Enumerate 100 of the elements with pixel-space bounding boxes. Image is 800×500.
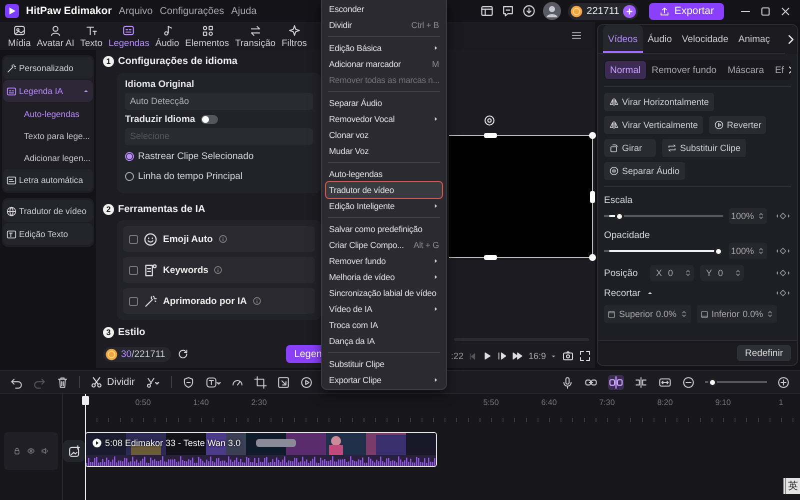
fit-width-icon[interactable] — [658, 376, 672, 388]
export-button[interactable]: Exportar — [649, 2, 724, 20]
spinner-icon[interactable] — [734, 268, 742, 278]
panel-tab[interactable]: Velocidade — [676, 25, 734, 53]
radio-button[interactable] — [125, 172, 134, 181]
context-menu-item[interactable]: Separar Áudio — [326, 95, 442, 111]
undo-icon[interactable] — [10, 376, 23, 388]
panel-tab[interactable]: Vídeos — [603, 25, 643, 53]
fullscreen-icon[interactable] — [579, 350, 591, 362]
context-menu-item[interactable]: Auto-legendas — [326, 166, 442, 182]
toolbar-tab[interactable]: Avatar AI — [34, 24, 78, 48]
spinner-icon[interactable] — [766, 309, 774, 319]
play-icon[interactable] — [482, 351, 492, 361]
subtab[interactable]: Ef — [770, 61, 789, 79]
menu-item[interactable]: Configurações — [160, 6, 224, 16]
subtab[interactable]: Máscara — [722, 61, 770, 79]
toolbar-tab[interactable]: Mídia — [5, 24, 34, 48]
step-forward-icon[interactable] — [497, 351, 508, 361]
action-button[interactable]: Separar Áudio — [604, 162, 685, 180]
crop-field[interactable]: Superior 0.0% — [604, 305, 691, 323]
checkbox[interactable] — [129, 266, 138, 274]
eye-icon[interactable] — [27, 447, 35, 455]
toolbar-tab[interactable]: Legendas — [106, 24, 152, 48]
radio-button[interactable] — [125, 152, 134, 161]
maximize-icon[interactable] — [759, 4, 772, 18]
language-dropdown[interactable]: Auto Detecção — [125, 92, 313, 110]
resize-handle[interactable] — [590, 191, 595, 203]
slider-thumb[interactable] — [708, 378, 718, 386]
info-icon[interactable] — [218, 234, 228, 244]
scissors-menu-icon[interactable] — [144, 376, 161, 388]
spinner-icon[interactable] — [757, 211, 765, 221]
snapshot-icon[interactable] — [562, 350, 574, 362]
value-field[interactable]: 100% — [729, 243, 767, 259]
context-menu-item[interactable]: Criar Clipe Compo... Alt + G — [326, 237, 442, 253]
speaker-icon[interactable] — [41, 447, 49, 455]
resize-handle[interactable] — [589, 132, 596, 139]
subtab[interactable]: Remover fundo — [646, 61, 722, 79]
menu-item[interactable]: Arquivo — [118, 6, 153, 16]
spinner-icon[interactable] — [684, 268, 692, 278]
crop-field[interactable]: Inferior 0.0% — [696, 305, 778, 323]
subtab[interactable]: Normal — [605, 61, 646, 79]
action-button[interactable]: Reverter — [708, 116, 766, 134]
shield-icon[interactable] — [182, 376, 195, 388]
zoom-in-icon[interactable] — [777, 376, 790, 388]
export-frame-icon[interactable] — [276, 376, 290, 388]
sidebar-item[interactable]: Edição Texto — [3, 223, 93, 245]
context-menu-item[interactable]: Removedor Vocal — [326, 111, 442, 127]
checkbox[interactable] — [129, 296, 138, 306]
number-field[interactable]: Y 0 — [700, 265, 744, 281]
add-media-button[interactable] — [63, 440, 85, 462]
context-menu-item[interactable]: Clonar voz — [326, 127, 442, 143]
fast-forward-icon[interactable] — [512, 351, 524, 361]
layout-icon[interactable] — [480, 4, 494, 18]
context-menu-item[interactable]: Troca com IA — [326, 317, 442, 333]
toolbar-tab[interactable]: Texto — [77, 24, 106, 48]
play-circle-icon[interactable] — [92, 438, 102, 448]
resize-handle[interactable] — [589, 254, 596, 261]
plus-icon[interactable] — [623, 4, 636, 18]
context-menu-item[interactable]: Melhoria de vídeo — [326, 269, 442, 285]
context-menu-item[interactable]: Adicionar marcador M — [326, 56, 442, 72]
toolbar-tab[interactable]: Filtros — [278, 24, 310, 48]
info-icon[interactable] — [252, 296, 262, 306]
avatar-icon[interactable] — [542, 2, 561, 20]
sidebar-item[interactable]: Legenda IA — [3, 80, 93, 102]
context-menu-item[interactable]: Dança da IA — [326, 333, 442, 349]
slider-thumb[interactable] — [615, 212, 624, 220]
action-button[interactable]: Girar — [604, 139, 656, 157]
chevron-right-icon[interactable] — [785, 25, 797, 54]
panel-tab[interactable]: Áudio — [642, 25, 677, 53]
menu-item[interactable]: Ajuda — [231, 6, 257, 16]
sidebar-item[interactable]: Letra automática — [3, 169, 93, 191]
panel-tab[interactable]: Animaç — [733, 25, 776, 53]
toolbar-tab[interactable]: Transição — [232, 24, 279, 48]
zoom-out-icon[interactable] — [682, 376, 695, 388]
action-button[interactable]: Substituir Clipe — [662, 139, 746, 157]
sidebar-subitem[interactable]: Texto para lege... — [2, 125, 94, 146]
context-menu-item[interactable]: Vídeo de IA — [326, 301, 442, 317]
sidebar-subitem[interactable]: Adicionar legen... — [2, 147, 94, 168]
context-menu-item[interactable]: Sincronização labial de vídeo — [326, 285, 442, 301]
info-icon[interactable] — [213, 265, 224, 275]
context-menu-item[interactable]: Substituir Clipe — [326, 356, 442, 372]
action-button[interactable]: Virar Verticalmente — [604, 116, 703, 134]
close-icon[interactable] — [779, 4, 792, 18]
context-menu-item[interactable]: Exportar Clipe — [326, 372, 442, 388]
trash-icon[interactable] — [56, 376, 69, 388]
spinner-icon[interactable] — [757, 246, 765, 256]
download-icon[interactable] — [522, 4, 536, 18]
generate-button[interactable]: Legen — [286, 345, 322, 364]
microphone-icon[interactable] — [561, 376, 574, 388]
rotate-icon[interactable] — [484, 115, 495, 126]
reset-button[interactable]: Redefinir — [736, 345, 791, 361]
refresh-icon[interactable] — [177, 348, 190, 360]
toggle-switch[interactable] — [201, 114, 218, 124]
context-menu-item[interactable]: Tradutor de vídeo — [326, 182, 442, 198]
split-clip-icon[interactable] — [634, 376, 648, 388]
replay-icon[interactable] — [300, 376, 313, 388]
playhead[interactable] — [82, 394, 89, 500]
lock-icon[interactable] — [13, 447, 21, 455]
checkbox[interactable] — [129, 234, 138, 244]
split-button[interactable]: Dividir — [90, 376, 135, 388]
